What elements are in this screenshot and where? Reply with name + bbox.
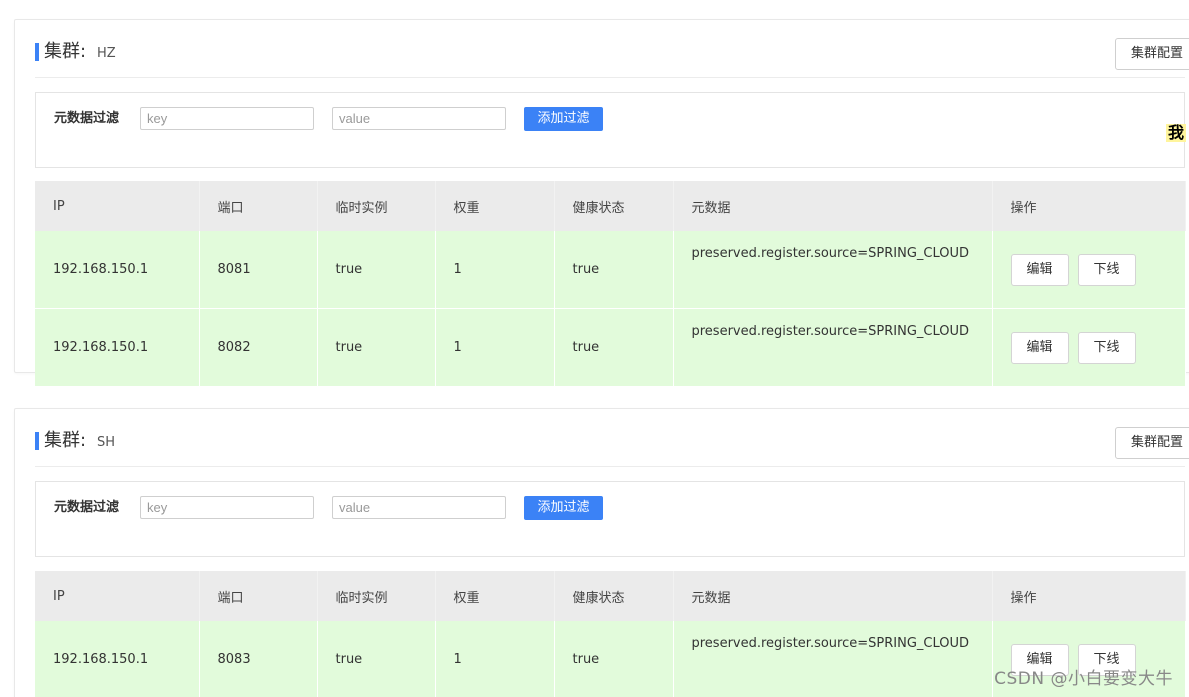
add-filter-button[interactable]: 添加过滤: [524, 107, 603, 131]
cell-port: 8083: [199, 621, 318, 697]
cluster-card-hz: 集群: HZ 集群配置 元数据过滤 添加过滤 IP 端口 临时实例 权重 健康状…: [14, 19, 1189, 387]
cell-metadata: preserved.register.source=SPRING_CLOUD: [673, 621, 993, 697]
cell-metadata: preserved.register.source=SPRING_CLOUD: [673, 231, 993, 309]
cell-metadata: preserved.register.source=SPRING_CLOUD: [673, 308, 993, 387]
cell-weight: 1: [435, 308, 555, 387]
cell-ip: 192.168.150.1: [35, 231, 200, 309]
cell-health: true: [554, 308, 674, 387]
col-header-actions: 操作: [992, 181, 1186, 231]
col-header-weight: 权重: [435, 571, 555, 621]
cell-port: 8081: [199, 231, 318, 309]
instance-table: IP 端口 临时实例 权重 健康状态 元数据 操作 192.168.150.1 …: [35, 181, 1186, 387]
col-header-metadata: 元数据: [673, 571, 993, 621]
cell-ip: 192.168.150.1: [35, 621, 200, 697]
cell-weight: 1: [435, 231, 555, 309]
cell-ephemeral: true: [317, 308, 436, 387]
cluster-header: 集群: HZ 集群配置: [35, 20, 1189, 78]
cluster-config-button[interactable]: 集群配置: [1115, 427, 1189, 459]
title-accent-bar: [35, 432, 39, 450]
cluster-header: 集群: SH 集群配置: [35, 409, 1189, 467]
cell-actions: 编辑 下线: [992, 231, 1186, 309]
cell-ip: 192.168.150.1: [35, 308, 200, 387]
cell-ephemeral: true: [317, 231, 436, 309]
cluster-name: HZ: [97, 46, 116, 61]
col-header-health: 健康状态: [554, 181, 674, 231]
table-row: 192.168.150.1 8081 true 1 true preserved…: [35, 231, 1186, 309]
cluster-title-label: 集群:: [44, 430, 87, 451]
cluster-name: SH: [97, 435, 116, 450]
col-header-ip: IP: [35, 571, 200, 621]
col-header-port: 端口: [199, 571, 318, 621]
filter-key-input[interactable]: [140, 496, 314, 519]
title-accent-bar: [35, 43, 39, 61]
cell-health: true: [554, 231, 674, 309]
metadata-filter-panel: 元数据过滤 添加过滤: [35, 92, 1185, 168]
metadata-filter-label: 元数据过滤: [54, 500, 120, 515]
offline-button[interactable]: 下线: [1077, 253, 1136, 286]
col-header-weight: 权重: [435, 181, 555, 231]
cell-actions: 编辑 下线: [992, 308, 1186, 387]
edit-button[interactable]: 编辑: [1010, 331, 1069, 364]
col-header-port: 端口: [199, 181, 318, 231]
metadata-filter-label: 元数据过滤: [54, 111, 120, 126]
col-header-ip: IP: [35, 181, 200, 231]
edit-button[interactable]: 编辑: [1010, 253, 1069, 286]
col-header-health: 健康状态: [554, 571, 674, 621]
cell-port: 8082: [199, 308, 318, 387]
cell-health: true: [554, 621, 674, 697]
filter-value-input[interactable]: [332, 107, 506, 130]
add-filter-button[interactable]: 添加过滤: [524, 496, 603, 520]
cell-ephemeral: true: [317, 621, 436, 697]
filter-key-input[interactable]: [140, 107, 314, 130]
table-row: 192.168.150.1 8082 true 1 true preserved…: [35, 308, 1186, 387]
filter-value-input[interactable]: [332, 496, 506, 519]
offline-button[interactable]: 下线: [1077, 331, 1136, 364]
table-header-row: IP 端口 临时实例 权重 健康状态 元数据 操作: [35, 571, 1186, 621]
col-header-actions: 操作: [992, 571, 1186, 621]
metadata-filter-panel: 元数据过滤 添加过滤: [35, 481, 1185, 557]
cluster-card-sh: 集群: SH 集群配置 元数据过滤 添加过滤 IP 端口 临时实例 权重 健康状…: [14, 408, 1189, 697]
cell-weight: 1: [435, 621, 555, 697]
table-header-row: IP 端口 临时实例 权重 健康状态 元数据 操作: [35, 181, 1186, 231]
col-header-ephemeral: 临时实例: [317, 181, 436, 231]
csdn-watermark: CSDN @小白要变大牛: [994, 669, 1173, 689]
cluster-config-button[interactable]: 集群配置: [1115, 38, 1189, 70]
side-highlight-text: 我: [1166, 123, 1187, 142]
cluster-title-label: 集群:: [44, 41, 87, 62]
instance-list-page: 集群: HZ 集群配置 元数据过滤 添加过滤 IP 端口 临时实例 权重 健康状…: [0, 0, 1189, 697]
col-header-metadata: 元数据: [673, 181, 993, 231]
col-header-ephemeral: 临时实例: [317, 571, 436, 621]
